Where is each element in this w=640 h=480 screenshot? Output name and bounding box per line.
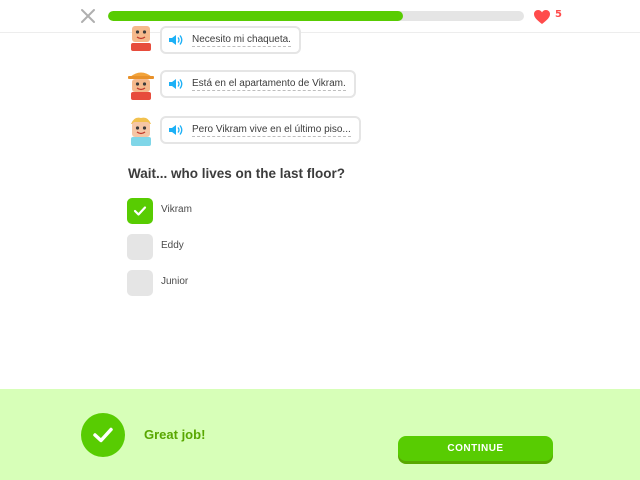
close-icon[interactable] [80,8,96,24]
speech-bubble: Pero Vikram vive en el último piso... [160,116,361,144]
speaker-icon[interactable] [168,124,184,136]
progress-bar-fill [108,11,404,21]
checkbox-checked[interactable] [127,198,153,224]
success-badge [81,413,125,457]
speaker-icon[interactable] [168,34,184,46]
dialog-text[interactable]: Pero Vikram vive en el último piso... [192,124,351,137]
checkmark-icon [93,427,113,443]
continue-button[interactable]: CONTINUE [398,436,553,461]
dialog-text[interactable]: Está en el apartamento de Vikram. [192,78,346,91]
option-vikram[interactable]: Vikram [127,198,327,224]
checkbox[interactable] [127,270,153,296]
lesson-progress-bar [108,11,524,21]
speaker-icon[interactable] [168,78,184,90]
heart-icon [534,10,550,24]
character-avatar-icon [128,72,154,100]
option-eddy[interactable]: Eddy [127,234,327,260]
top-bar: 5 [0,0,640,33]
option-label: Junior [161,276,189,287]
character-avatar-icon [131,26,151,51]
checkbox[interactable] [127,234,153,260]
option-junior[interactable]: Junior [127,270,327,296]
checkmark-icon [133,206,147,216]
dialog-text[interactable]: Necesito mi chaqueta. [192,34,291,47]
question-title: Wait... who lives on the last floor? [128,166,346,181]
feedback-message: Great job! [144,427,206,442]
speech-bubble: Necesito mi chaqueta. [160,26,301,54]
option-label: Vikram [161,204,192,215]
feedback-footer: Great job! CONTINUE [0,389,640,480]
hearts-count: 5 [555,9,562,20]
speech-bubble: Está en el apartamento de Vikram. [160,70,356,98]
character-avatar-icon [131,117,151,146]
option-label: Eddy [161,240,184,251]
